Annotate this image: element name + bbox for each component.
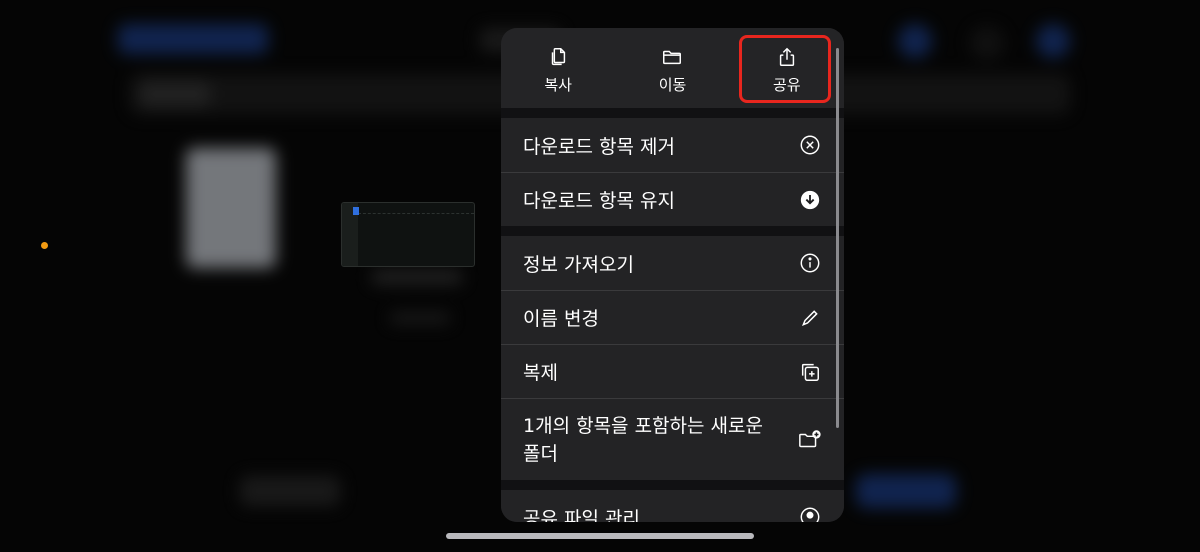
blurred-back-button	[118, 24, 268, 54]
x-circle-icon	[798, 133, 822, 157]
folder-plus-icon	[798, 428, 822, 452]
quick-actions-bar: 복사 이동 공유	[501, 28, 844, 108]
move-button[interactable]: 이동	[615, 28, 729, 108]
copy-label: 복사	[544, 76, 572, 94]
recording-indicator	[41, 242, 48, 249]
blurred-file-label	[372, 270, 462, 284]
group-separator	[501, 108, 844, 118]
thumbnail-toolbar	[358, 203, 474, 214]
duplicate-icon	[798, 360, 822, 384]
info-icon	[798, 251, 822, 275]
download-circle-icon	[798, 188, 822, 212]
blurred-file-thumbnail	[186, 148, 276, 268]
menu-item-label: 다운로드 항목 유지	[523, 190, 675, 212]
menu-item-keep-download[interactable]: 다운로드 항목 유지	[501, 172, 844, 226]
menu-item-label: 1개의 항목을 포함하는 새로운 폴더	[523, 414, 763, 465]
menu-list: 다운로드 항목 제거 다운로드 항목 유지 정보 가져오기 이름 변경 복제 1…	[501, 108, 844, 522]
blurred-file-meta	[390, 312, 450, 324]
move-label: 이동	[658, 76, 687, 94]
menu-item-label: 이름 변경	[523, 308, 599, 330]
menu-item-label: 다운로드 항목 제거	[523, 135, 675, 158]
folder-icon	[663, 50, 682, 65]
menu-item-remove-download[interactable]: 다운로드 항목 제거	[501, 118, 844, 172]
home-indicator[interactable]	[446, 533, 754, 539]
blurred-bottom-button	[856, 474, 956, 508]
blurred-toolbar-icon	[970, 26, 1004, 60]
copy-button[interactable]: 복사	[501, 28, 615, 108]
menu-scrollbar[interactable]	[836, 48, 839, 428]
pencil-icon	[798, 306, 822, 330]
menu-item-get-info[interactable]: 정보 가져오기	[501, 236, 844, 290]
menu-item-label: 정보 가져오기	[523, 253, 634, 276]
person-circle-icon	[798, 505, 822, 522]
menu-item-manage-shared-file[interactable]: 공유 파일 관리	[501, 490, 844, 522]
blurred-search-chip	[140, 82, 210, 106]
menu-item-rename[interactable]: 이름 변경	[501, 290, 844, 344]
menu-item-duplicate[interactable]: 복제	[501, 344, 844, 398]
screen: 복사 이동 공유 다운로드 항목 제거 다운로드 항목 유지 정보 가져오기 이…	[0, 0, 1200, 552]
menu-item-label: 공유 파일 관리	[523, 507, 640, 523]
share-highlight-annotation	[739, 35, 831, 103]
menu-item-new-folder-with-item[interactable]: 1개의 항목을 포함하는 새로운 폴더	[501, 398, 844, 480]
blurred-toolbar-icon	[1036, 24, 1070, 58]
menu-item-label: 복제	[523, 362, 558, 384]
copy-icon	[551, 48, 566, 66]
context-menu: 복사 이동 공유 다운로드 항목 제거 다운로드 항목 유지 정보 가져오기 이…	[501, 28, 844, 522]
thumbnail-selection-mark	[353, 207, 359, 215]
blurred-bottom-control	[240, 476, 340, 506]
selected-file-thumbnail[interactable]	[341, 202, 475, 267]
group-separator	[501, 226, 844, 236]
blurred-toolbar-icon	[898, 24, 932, 58]
group-separator	[501, 480, 844, 490]
